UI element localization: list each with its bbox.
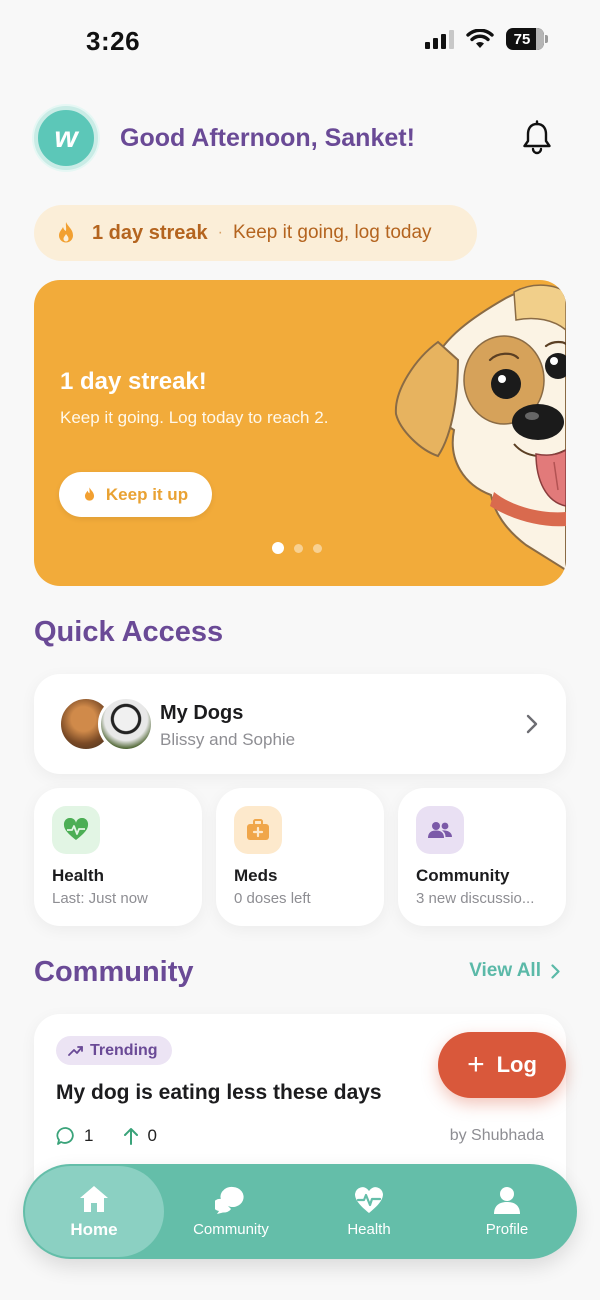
meds-tile-title: Meds bbox=[234, 866, 278, 885]
home-icon bbox=[80, 1185, 108, 1212]
community-tile-subtitle: 3 new discussio... bbox=[416, 890, 535, 907]
battery-level: 75 bbox=[513, 30, 531, 48]
heart-pulse-icon bbox=[52, 806, 100, 854]
bottom-tab-bar: Home Community Health Profile bbox=[23, 1164, 577, 1259]
heart-pulse-icon bbox=[355, 1187, 383, 1213]
health-tile-title: Health bbox=[52, 866, 104, 885]
streak-separator: · bbox=[217, 224, 223, 241]
community-section-title: Community bbox=[34, 956, 194, 988]
health-tile-subtitle: Last: Just now bbox=[52, 890, 148, 907]
trending-badge: Trending bbox=[56, 1036, 172, 1065]
my-dogs-title: My Dogs bbox=[160, 702, 244, 724]
quick-access-title: Quick Access bbox=[34, 616, 224, 648]
tab-home[interactable]: Home bbox=[25, 1164, 163, 1259]
health-tile[interactable]: Health Last: Just now bbox=[34, 788, 202, 926]
plus-icon: + bbox=[467, 1048, 485, 1081]
trending-up-icon bbox=[68, 1045, 83, 1056]
upvote-arrow-icon[interactable] bbox=[123, 1127, 139, 1145]
tab-profile[interactable]: Profile bbox=[438, 1164, 576, 1259]
app-logo-letter: w bbox=[54, 121, 78, 154]
banner-text: Keep it going. Log today to reach 2. bbox=[60, 408, 329, 427]
dog-avatar-sophie bbox=[98, 696, 154, 752]
banner-pager[interactable] bbox=[272, 542, 322, 554]
dog-illustration bbox=[394, 284, 566, 572]
pager-dot[interactable] bbox=[294, 543, 303, 553]
my-dogs-subtitle: Blissy and Sophie bbox=[160, 730, 296, 749]
view-all-link[interactable]: View All bbox=[469, 960, 560, 982]
tab-health[interactable]: Health bbox=[300, 1164, 438, 1259]
log-label: Log bbox=[496, 1052, 537, 1077]
post-meta: 1 0 bbox=[56, 1126, 157, 1146]
post-author: by Shubhada bbox=[449, 1127, 544, 1144]
post-title: My dog is eating less these days bbox=[56, 1081, 382, 1104]
my-dogs-card[interactable]: My Dogs Blissy and Sophie bbox=[34, 674, 566, 774]
flame-icon bbox=[84, 487, 94, 501]
app-logo-avatar[interactable]: w bbox=[34, 106, 98, 170]
view-all-label: View All bbox=[469, 960, 541, 981]
status-time: 3:26 bbox=[86, 26, 141, 56]
upvote-count: 0 bbox=[147, 1126, 157, 1145]
tab-home-label: Home bbox=[70, 1219, 118, 1239]
tab-community[interactable]: Community bbox=[162, 1164, 300, 1259]
comment-count: 1 bbox=[84, 1126, 94, 1145]
battery-icon: 75 bbox=[506, 28, 548, 50]
status-bar: 3:26 75 bbox=[0, 0, 600, 80]
chat-bubbles-icon bbox=[215, 1186, 244, 1214]
status-icons: 75 bbox=[425, 28, 548, 50]
streak-count: 1 day streak bbox=[92, 221, 208, 244]
medkit-icon bbox=[234, 806, 282, 854]
community-tile[interactable]: Community 3 new discussio... bbox=[398, 788, 566, 926]
streak-banner[interactable]: 1 day streak! Keep it going. Log today t… bbox=[34, 280, 566, 586]
flame-icon bbox=[59, 222, 73, 243]
keep-it-up-label: Keep it up bbox=[105, 484, 189, 504]
cellular-signal-icon bbox=[425, 29, 454, 49]
header: w Good Afternoon, Sanket! bbox=[34, 106, 566, 170]
greeting-title: Good Afternoon, Sanket! bbox=[120, 123, 415, 152]
wifi-icon bbox=[466, 29, 494, 48]
comment-icon bbox=[56, 1127, 74, 1145]
streak-pill[interactable]: 1 day streak · Keep it going, log today bbox=[34, 205, 477, 261]
pager-dot[interactable] bbox=[272, 542, 284, 554]
people-icon bbox=[416, 806, 464, 854]
tab-community-label: Community bbox=[193, 1221, 269, 1238]
person-icon bbox=[494, 1187, 520, 1214]
meds-tile[interactable]: Meds 0 doses left bbox=[216, 788, 384, 926]
banner-title: 1 day streak! bbox=[60, 368, 207, 395]
tab-health-label: Health bbox=[347, 1221, 391, 1238]
keep-it-up-button[interactable]: Keep it up bbox=[59, 472, 212, 517]
meds-tile-subtitle: 0 doses left bbox=[234, 890, 311, 907]
streak-message: Keep it going, log today bbox=[232, 222, 432, 243]
trending-label: Trending bbox=[90, 1041, 158, 1059]
pager-dot[interactable] bbox=[313, 543, 322, 553]
notification-bell-icon[interactable] bbox=[520, 120, 554, 156]
chevron-right-icon bbox=[551, 963, 560, 979]
log-fab-button[interactable]: + Log bbox=[438, 1032, 566, 1098]
tab-profile-label: Profile bbox=[485, 1221, 529, 1238]
chevron-right-icon bbox=[526, 714, 538, 734]
community-tile-title: Community bbox=[416, 866, 510, 885]
